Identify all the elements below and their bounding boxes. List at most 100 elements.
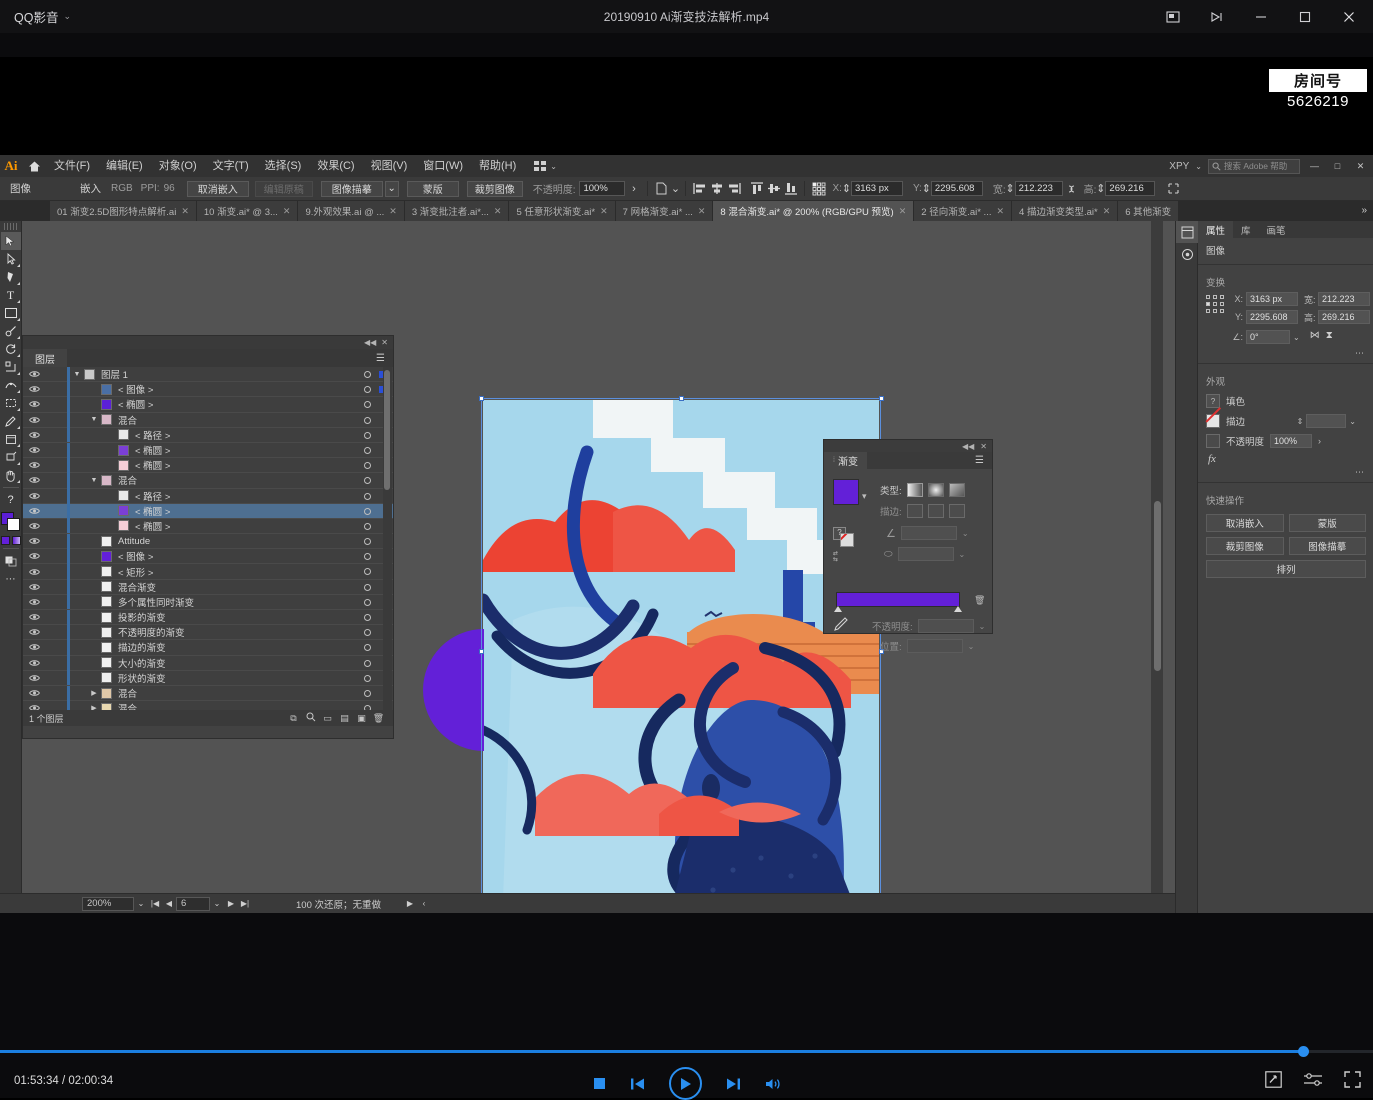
visibility-eye-icon[interactable] bbox=[23, 537, 45, 545]
doc-tab-7[interactable]: 2 径向渐变.ai* ...✕ bbox=[914, 201, 1012, 221]
layer-name[interactable]: 混合 bbox=[118, 686, 137, 700]
play-button[interactable] bbox=[669, 1067, 702, 1100]
eyedropper-tool[interactable] bbox=[1, 412, 21, 430]
tab-layers[interactable]: 图层 bbox=[23, 349, 67, 367]
reference-point-selector[interactable] bbox=[810, 180, 827, 197]
layer-row[interactable]: 投影的渐变 bbox=[23, 610, 393, 625]
opacity-input[interactable]: 100% bbox=[1270, 434, 1312, 448]
visibility-eye-icon[interactable] bbox=[23, 461, 45, 469]
stroke-swatch[interactable] bbox=[7, 518, 20, 531]
doc-tab-2[interactable]: 9.外观效果.ai @ ...✕ bbox=[298, 201, 404, 221]
chevron-down-icon[interactable]: ⌄ bbox=[210, 899, 224, 908]
close-icon[interactable]: ✕ bbox=[980, 442, 987, 451]
mask-button[interactable]: 蒙版 bbox=[1289, 514, 1367, 532]
menu-effect[interactable]: 效果(C) bbox=[309, 155, 362, 177]
visibility-eye-icon[interactable] bbox=[23, 598, 45, 606]
visibility-eye-icon[interactable] bbox=[23, 522, 45, 530]
direct-selection-tool[interactable] bbox=[1, 250, 21, 268]
layer-name[interactable]: < 路径 > bbox=[135, 428, 170, 442]
angle-input[interactable]: 0° bbox=[1246, 330, 1290, 344]
menu-help[interactable]: 帮助(H) bbox=[471, 155, 524, 177]
next-artboard-icon[interactable]: ▶ bbox=[224, 899, 238, 908]
player-brand[interactable]: QQ影音 ⌄ bbox=[14, 7, 71, 26]
tab-brushes[interactable]: 画笔 bbox=[1259, 221, 1294, 238]
doc-tab-4[interactable]: 5 任意形状渐变.ai*✕ bbox=[509, 201, 615, 221]
tab-properties[interactable]: 属性 bbox=[1198, 221, 1233, 238]
color-button[interactable] bbox=[1, 536, 10, 545]
menu-select[interactable]: 选择(S) bbox=[257, 155, 310, 177]
status-next-icon[interactable]: ▶ bbox=[403, 899, 417, 908]
align-top-icon[interactable] bbox=[748, 180, 765, 197]
layer-name[interactable]: 图层 1 bbox=[101, 367, 128, 381]
visibility-eye-icon[interactable] bbox=[23, 507, 45, 515]
layer-list[interactable]: ▼图层 1< 图像 >< 椭圆 >▼混合< 路径 >< 椭圆 >< 椭圆 >▼混… bbox=[23, 367, 393, 710]
disclosure-triangle-icon[interactable]: ▶ bbox=[87, 689, 101, 697]
visibility-eye-icon[interactable] bbox=[23, 492, 45, 500]
chevron-down-icon[interactable]: ⌄ bbox=[670, 180, 680, 197]
scroll-thumb[interactable] bbox=[1154, 501, 1161, 671]
x-input[interactable]: 3163 px bbox=[851, 181, 903, 196]
layer-name[interactable]: 描边的渐变 bbox=[118, 640, 166, 654]
layer-name[interactable]: < 椭圆 > bbox=[135, 458, 170, 472]
layer-name[interactable]: Attitude bbox=[118, 536, 150, 547]
rotate-tool[interactable] bbox=[1, 340, 21, 358]
edit-toolbar-icon[interactable]: ⋯ bbox=[1, 570, 21, 588]
target-indicator[interactable] bbox=[364, 432, 371, 439]
image-trace-presets-chevron-icon[interactable]: ⌄ bbox=[385, 181, 399, 197]
artboard-number-input[interactable]: 6 bbox=[176, 897, 210, 911]
layer-name[interactable]: < 路径 > bbox=[135, 489, 170, 503]
x-input[interactable]: 3163 px bbox=[1246, 292, 1298, 306]
layer-row[interactable]: < 椭圆 > bbox=[23, 519, 393, 534]
layer-name[interactable]: < 椭圆 > bbox=[135, 443, 170, 457]
visibility-eye-icon[interactable] bbox=[23, 643, 45, 651]
layer-row[interactable]: 混合渐变 bbox=[23, 580, 393, 595]
progress-knob[interactable] bbox=[1298, 1046, 1309, 1057]
unembed-button[interactable]: 取消嵌入 bbox=[187, 181, 249, 197]
panel-menu-icon[interactable]: ☰ bbox=[376, 353, 393, 364]
layer-row[interactable]: < 椭圆 > bbox=[23, 458, 393, 473]
gradient-stop-end[interactable] bbox=[954, 606, 962, 612]
new-layer-icon[interactable]: ▣ bbox=[353, 713, 370, 724]
pen-tool[interactable] bbox=[1, 268, 21, 286]
target-indicator[interactable] bbox=[364, 553, 371, 560]
target-indicator[interactable] bbox=[364, 599, 371, 606]
target-indicator[interactable] bbox=[364, 660, 371, 667]
transform-more-options-icon[interactable]: ⋯ bbox=[1198, 348, 1373, 359]
tab-gradient[interactable]: ⁞ 渐变 bbox=[824, 452, 867, 469]
stop-button[interactable] bbox=[593, 1077, 606, 1090]
artboard-tool[interactable] bbox=[1, 430, 21, 448]
visibility-eye-icon[interactable] bbox=[23, 583, 45, 591]
target-indicator[interactable] bbox=[364, 538, 371, 545]
reflect-icon[interactable]: ⋈ bbox=[1310, 330, 1320, 341]
locate-object-icon[interactable]: ⧉ bbox=[285, 713, 302, 724]
close-icon[interactable]: ✕ bbox=[996, 206, 1004, 217]
gradient-panel-title-bar[interactable]: ◀◀ ✕ bbox=[824, 440, 992, 452]
maximize-icon[interactable] bbox=[1283, 0, 1327, 33]
menu-file[interactable]: 文件(F) bbox=[46, 155, 98, 177]
fill-swatch-box[interactable]: ? bbox=[1206, 394, 1220, 408]
warp-tool[interactable] bbox=[1, 376, 21, 394]
layer-name[interactable]: < 图像 > bbox=[118, 382, 153, 396]
transform-panel-icon[interactable] bbox=[1165, 180, 1182, 197]
close-icon[interactable]: ✕ bbox=[600, 206, 608, 217]
disclosure-triangle-icon[interactable]: ▶ bbox=[87, 704, 101, 710]
document-setup-icon[interactable] bbox=[653, 180, 670, 197]
disclosure-triangle-icon[interactable]: ▼ bbox=[87, 477, 101, 484]
release-mask-icon[interactable]: ▭ bbox=[319, 713, 336, 724]
progress-bar[interactable] bbox=[0, 1050, 1373, 1053]
stepper-icon[interactable]: ⇕ bbox=[1006, 180, 1015, 197]
make-clipping-mask-icon[interactable] bbox=[302, 712, 319, 724]
fullscreen-icon[interactable] bbox=[1344, 1071, 1361, 1091]
help-question-icon[interactable]: ? bbox=[1, 491, 21, 509]
target-indicator[interactable] bbox=[364, 401, 371, 408]
close-icon[interactable]: ✕ bbox=[389, 206, 397, 217]
tab-libraries[interactable]: 库 bbox=[1233, 221, 1259, 238]
visibility-eye-icon[interactable] bbox=[23, 659, 45, 667]
gradient-preview-swatch[interactable] bbox=[833, 479, 859, 505]
free-transform-tool[interactable] bbox=[1, 394, 21, 412]
layer-row[interactable]: ▶ 混合 bbox=[23, 686, 393, 701]
equalizer-icon[interactable] bbox=[1304, 1072, 1322, 1090]
panel-grip[interactable] bbox=[4, 223, 18, 230]
menu-type[interactable]: 文字(T) bbox=[205, 155, 257, 177]
eyedropper-icon[interactable] bbox=[834, 615, 850, 634]
